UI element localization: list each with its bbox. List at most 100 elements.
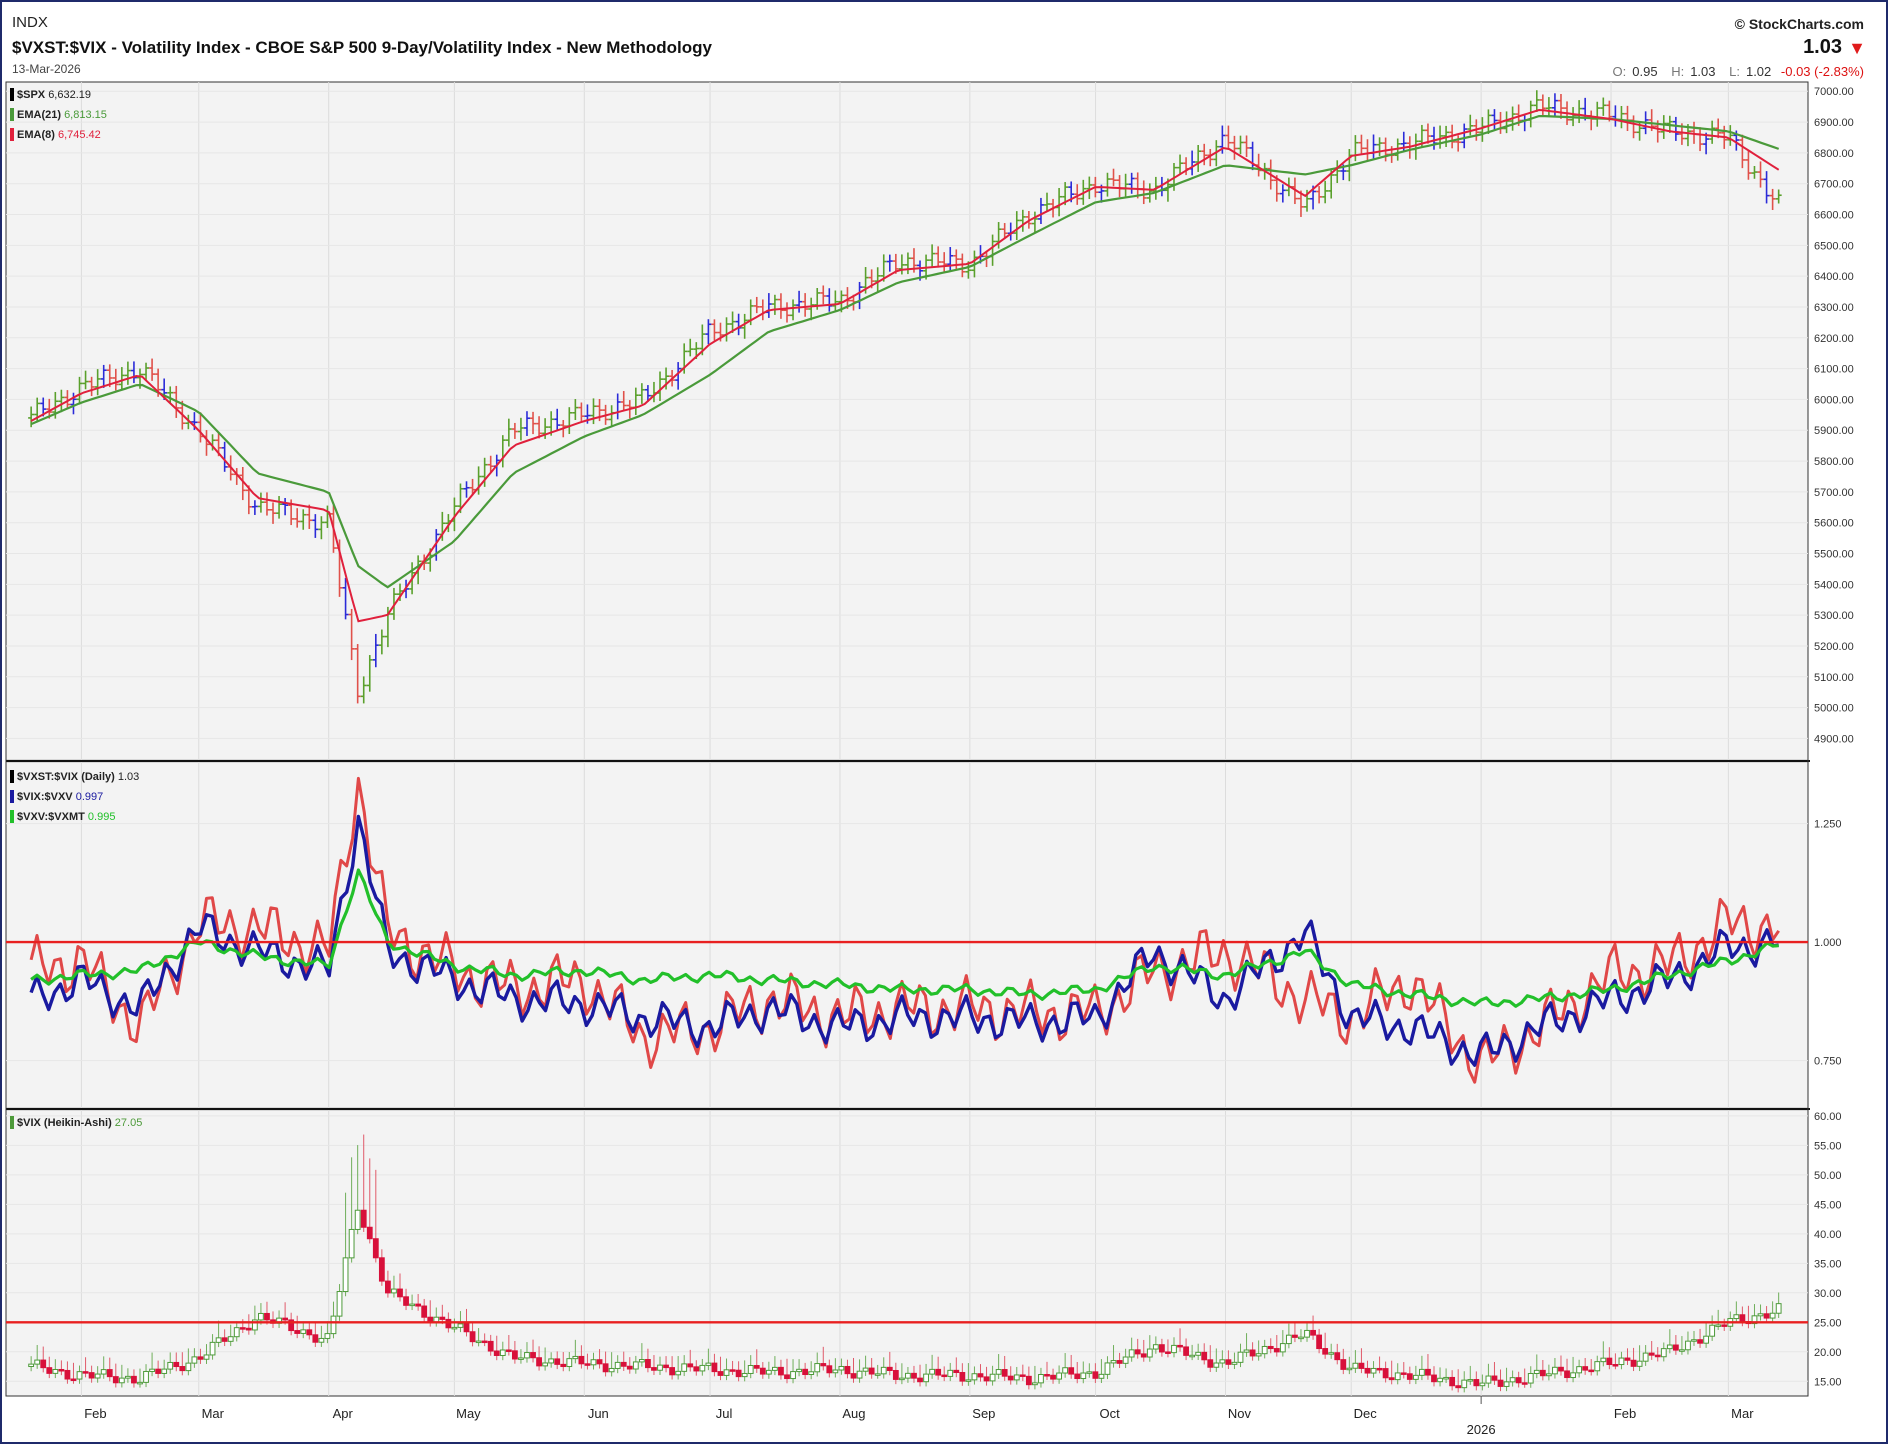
candle-body bbox=[330, 1315, 337, 1335]
candle-body bbox=[1376, 1367, 1383, 1371]
candle-body bbox=[76, 1371, 83, 1380]
candle-body bbox=[52, 1368, 59, 1374]
candle-body bbox=[143, 1370, 149, 1383]
candle-body bbox=[1050, 1374, 1056, 1380]
candle-body bbox=[729, 1369, 736, 1372]
candle-body bbox=[1316, 1334, 1323, 1350]
y-tick-label: 6900.00 bbox=[1814, 117, 1854, 129]
candle-body bbox=[1068, 1367, 1075, 1375]
candle-body bbox=[34, 1359, 41, 1365]
x-tick-label: May bbox=[456, 1406, 481, 1421]
candle-body bbox=[1237, 1351, 1244, 1363]
candle-body bbox=[1775, 1303, 1782, 1314]
candle-body bbox=[1672, 1344, 1679, 1351]
y-tick-label: 5700.00 bbox=[1814, 487, 1854, 499]
candle-body bbox=[1074, 1373, 1081, 1380]
candle-body bbox=[524, 1352, 530, 1359]
legend-swatch bbox=[10, 810, 14, 823]
candle-body bbox=[161, 1368, 168, 1374]
candle-body bbox=[608, 1367, 615, 1373]
candle-body bbox=[977, 1373, 984, 1378]
candle-body bbox=[632, 1361, 639, 1370]
candle-body bbox=[360, 1209, 367, 1228]
chart-canvas[interactable]: Feb Mar Apr May Jun Jul Aug Sep Oct Nov Dec 2026 Feb… bbox=[0, 0, 1888, 1444]
candle-body bbox=[1461, 1379, 1468, 1389]
candle-body bbox=[137, 1381, 143, 1385]
candle-body bbox=[451, 1326, 458, 1330]
candle-body bbox=[971, 1373, 978, 1381]
candle-body bbox=[1515, 1377, 1522, 1384]
candle-body bbox=[1491, 1375, 1498, 1381]
candle-body bbox=[70, 1378, 77, 1382]
candle-body bbox=[1545, 1373, 1552, 1377]
candle-body bbox=[1521, 1382, 1528, 1385]
y-tick-label: 5400.00 bbox=[1814, 579, 1854, 591]
x-tick-label: Sep bbox=[972, 1406, 995, 1421]
candle-body bbox=[1298, 1336, 1304, 1340]
candle-body bbox=[518, 1357, 524, 1360]
candle-body bbox=[1001, 1369, 1008, 1377]
y-tick-label: 6100.00 bbox=[1814, 364, 1854, 376]
legend-label: EMA(8) 6,745.42 bbox=[17, 129, 101, 141]
candle-body bbox=[705, 1362, 712, 1366]
candle-body bbox=[959, 1371, 966, 1382]
candle-body bbox=[741, 1372, 748, 1378]
candle-body bbox=[493, 1350, 500, 1356]
candle-body bbox=[1025, 1375, 1032, 1386]
candle-body bbox=[1165, 1351, 1171, 1354]
x-tick-label: Apr bbox=[333, 1406, 354, 1421]
candle-body bbox=[947, 1369, 954, 1377]
candle-body bbox=[1146, 1348, 1153, 1358]
candle-body bbox=[1310, 1329, 1316, 1336]
candle-body bbox=[1509, 1377, 1516, 1383]
candle-body bbox=[1128, 1349, 1135, 1358]
candle-body bbox=[1261, 1345, 1268, 1355]
y-tick-label: 6800.00 bbox=[1814, 148, 1854, 160]
candle-body bbox=[155, 1368, 162, 1374]
candle-body bbox=[1642, 1352, 1649, 1362]
candle-body bbox=[1140, 1353, 1147, 1358]
candle-body bbox=[439, 1316, 446, 1320]
candle-body bbox=[1292, 1334, 1298, 1338]
candle-body bbox=[1195, 1351, 1202, 1356]
candle-body bbox=[1388, 1377, 1395, 1381]
candle-body bbox=[723, 1369, 730, 1376]
x-tick-label: Feb bbox=[1614, 1406, 1636, 1421]
y-tick-label: 5600.00 bbox=[1814, 518, 1854, 530]
candle-body bbox=[354, 1209, 361, 1230]
candle-body bbox=[1558, 1366, 1564, 1372]
candle-body bbox=[1334, 1352, 1341, 1361]
candle-body bbox=[620, 1361, 627, 1367]
candle-body bbox=[1032, 1382, 1038, 1386]
candle-body bbox=[457, 1323, 464, 1328]
candle-body bbox=[1721, 1324, 1728, 1327]
candle-body bbox=[935, 1368, 942, 1376]
candle-body bbox=[898, 1377, 905, 1381]
candle-body bbox=[348, 1228, 355, 1259]
y-tick-label: 45.00 bbox=[1814, 1199, 1842, 1211]
y-tick-label: 25.00 bbox=[1814, 1317, 1842, 1329]
candle-body bbox=[1552, 1366, 1558, 1375]
candle-body bbox=[1709, 1324, 1716, 1337]
candle-body bbox=[1267, 1345, 1274, 1350]
candle-body bbox=[596, 1359, 603, 1365]
candle-body bbox=[64, 1369, 71, 1380]
candle-body bbox=[717, 1371, 724, 1376]
candle-body bbox=[1763, 1313, 1770, 1319]
candle-body bbox=[185, 1362, 192, 1372]
candle-body bbox=[1618, 1357, 1625, 1366]
candle-body bbox=[645, 1359, 651, 1369]
candle-body bbox=[1340, 1359, 1347, 1370]
candle-body bbox=[687, 1363, 694, 1368]
candle-body bbox=[771, 1366, 778, 1371]
candle-body bbox=[1134, 1349, 1141, 1355]
legend-swatch bbox=[10, 128, 14, 141]
candle-body bbox=[100, 1369, 107, 1375]
candle-body bbox=[167, 1361, 174, 1370]
candle-body bbox=[499, 1349, 506, 1356]
candle-body bbox=[1419, 1368, 1425, 1376]
candle-body bbox=[1636, 1360, 1643, 1367]
candle-body bbox=[638, 1359, 645, 1363]
candle-body bbox=[880, 1366, 887, 1375]
ratio-panel bbox=[5, 761, 1809, 1109]
